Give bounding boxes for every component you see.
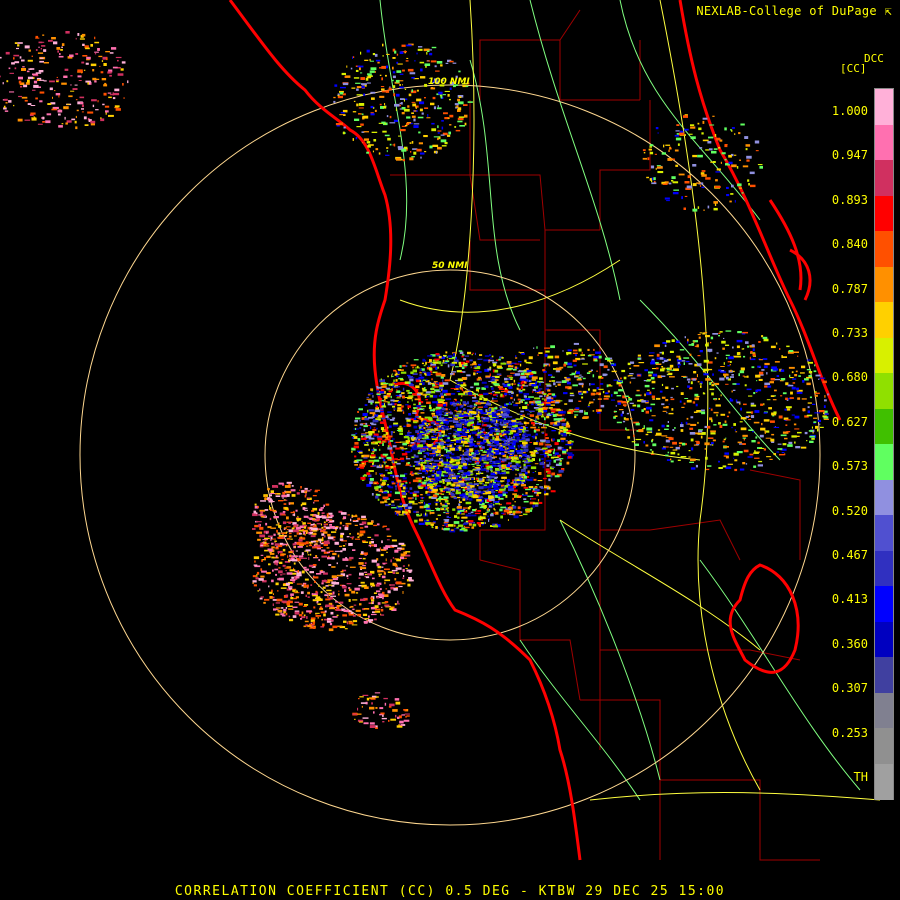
legend-color-swatch [875,657,893,694]
credit-text: NEXLAB-College of DuPage [696,4,877,18]
legend-tick-label: 0.787 [831,281,868,296]
cursor-arrow-icon: ⇱ [884,4,892,18]
legend-tick-label: 0.307 [831,681,868,696]
legend-tick-label: 0.947 [831,148,868,163]
legend-color-swatch [875,586,893,623]
legend-color-swatch [875,479,893,516]
legend-color-swatch [875,124,893,161]
units-label: [CC] [840,62,867,75]
legend-color-swatch [875,408,893,445]
legend-color-swatch [875,337,893,374]
legend-color-swatch [875,302,893,339]
legend-color-swatch [875,692,893,729]
legend-tick-label: 0.573 [831,459,868,474]
legend-tick-label: 0.840 [831,237,868,252]
credit-label: NEXLAB-College of DuPage ⇱ [696,4,892,18]
legend-color-swatch [875,728,893,765]
radar-echoes [0,31,829,729]
legend-color-swatch [875,550,893,587]
legend-tick-label: 0.520 [831,503,868,518]
range-ring-labels: 100 NMI 50 NMI [428,77,470,271]
product-code: DCC [864,52,884,65]
color-legend-bar [874,88,894,800]
range-label-50-nmi: 50 NMI [432,261,468,271]
product-title: CORRELATION COEFFICIENT (CC) 0.5 DEG - K… [174,884,726,899]
legend-tick-label: 1.000 [831,104,868,118]
legend-color-swatch [875,89,893,126]
legend-color-swatch [875,621,893,658]
range-rings [79,84,821,826]
range-ring-100-nmi [79,84,821,826]
legend-tick-label: 0.253 [831,725,868,740]
legend-color-swatch [875,515,893,552]
legend-color-swatch [875,266,893,303]
legend-tick-label: 0.360 [831,636,868,651]
legend-color-swatch [875,763,893,800]
legend-tick-label: 0.680 [831,370,868,385]
legend-color-swatch [875,231,893,268]
legend-tick-label: 0.893 [831,192,868,207]
legend-tick-label: 0.627 [831,414,868,429]
legend-color-swatch [875,195,893,232]
range-ring-50-nmi [264,269,636,641]
legend-color-swatch [875,444,893,481]
radar-map: 100 NMI 50 NMI [0,0,881,861]
legend-tick-label: 0.413 [831,592,868,607]
range-label-100-nmi: 100 NMI [428,77,470,87]
legend-tick-label: 0.467 [831,548,868,562]
legend-color-swatch [875,160,893,197]
legend-tick-label: 0.733 [831,326,868,340]
legend-tick-label: TH [853,770,868,784]
legend-color-swatch [875,373,893,410]
